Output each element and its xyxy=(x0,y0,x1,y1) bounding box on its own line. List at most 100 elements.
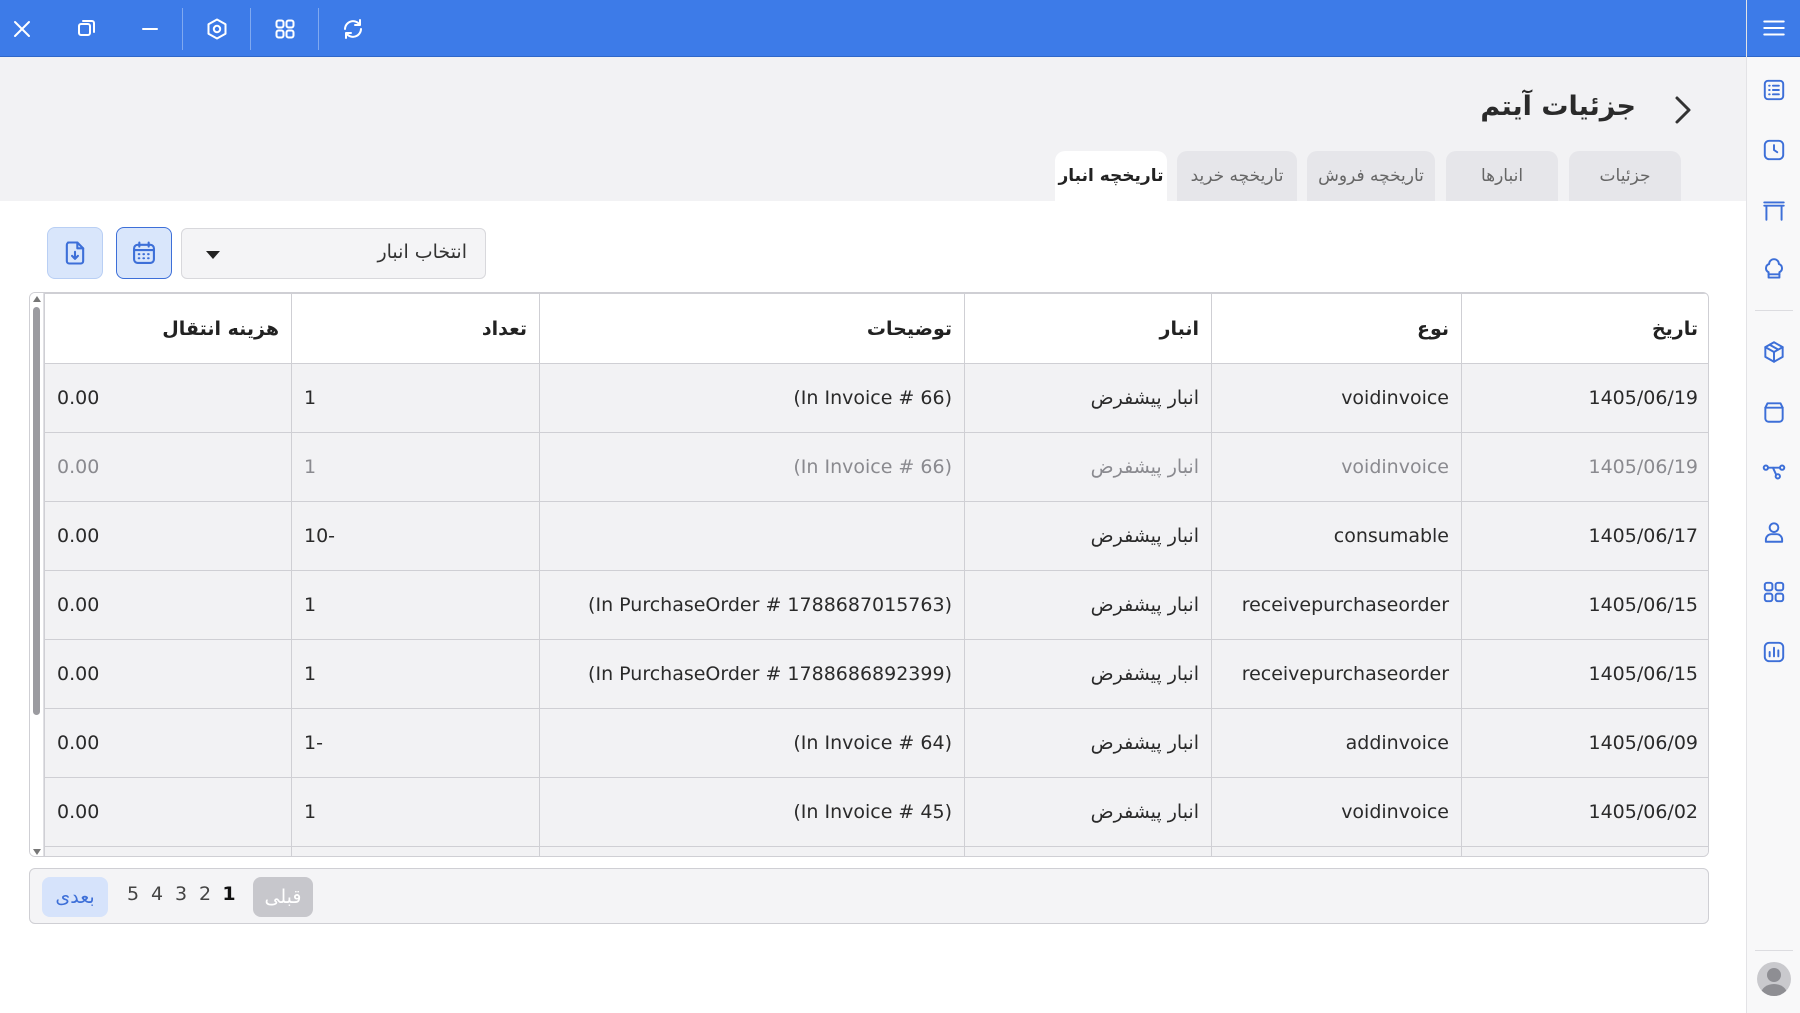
right-sidebar xyxy=(1746,0,1800,1013)
table-row[interactable]: 0.00 10- انبار پیشفرض consumable 1405/06… xyxy=(44,501,1708,571)
column-header-description[interactable]: توضیحات xyxy=(539,293,965,364)
previous-page-button[interactable]: قبلی xyxy=(253,877,313,917)
cell-type: receivepurchaseorder xyxy=(1211,639,1462,709)
cell-warehouse: انبار پیشفرض xyxy=(964,777,1212,847)
list-icon xyxy=(1763,79,1785,101)
sidebar-item-kitchen[interactable] xyxy=(1747,248,1800,292)
table-row[interactable] xyxy=(44,846,1708,856)
column-header-warehouse[interactable]: انبار xyxy=(964,293,1212,364)
grid-icon xyxy=(1763,581,1785,603)
table-row[interactable]: 0.00 1 (In Invoice # 66) انبار پیشفرض vo… xyxy=(44,363,1708,433)
scrollbar-thumb[interactable] xyxy=(33,307,40,715)
cell-warehouse: انبار پیشفرض xyxy=(964,432,1212,502)
tab-purchase-history[interactable]: تاریخچه خرید xyxy=(1177,151,1297,201)
clock-icon xyxy=(1763,139,1785,161)
cell-transfer-cost: 0.00 xyxy=(44,639,292,709)
title-bar xyxy=(0,0,1746,57)
sidebar-divider xyxy=(1755,310,1793,311)
table-row[interactable]: 0.00 1 (In Invoice # 45) انبار پیشفرض vo… xyxy=(44,777,1708,847)
file-download-icon xyxy=(65,241,85,265)
cell-quantity: 1 xyxy=(291,777,540,847)
page-number-1[interactable]: 1 xyxy=(220,883,238,905)
user-icon xyxy=(1764,522,1784,543)
scroll-up-arrow[interactable] xyxy=(33,296,41,302)
cell-quantity: 10- xyxy=(291,501,540,571)
menu-button[interactable] xyxy=(1747,0,1800,57)
cell-date: 1405/06/09 xyxy=(1461,708,1708,778)
sidebar-item-reports[interactable] xyxy=(1747,630,1800,674)
next-page-button[interactable]: بعدی xyxy=(42,877,108,917)
history-table-grid: هزینه انتقال تعداد توضیحات انبار نوع تار… xyxy=(44,293,1708,856)
tab-sales-history[interactable]: تاریخچه فروش xyxy=(1307,151,1435,201)
avatar[interactable] xyxy=(1757,962,1791,996)
grid-icon xyxy=(275,19,295,38)
settings-button[interactable] xyxy=(192,0,242,57)
table-row[interactable]: 0.00 1- (In Invoice # 64) انبار پیشفرض a… xyxy=(44,708,1708,778)
calendar-icon xyxy=(133,241,155,264)
cell-description: (In Invoice # 66) xyxy=(539,363,965,433)
page-number-2[interactable]: 2 xyxy=(196,883,214,905)
apps-button[interactable] xyxy=(260,0,310,57)
cell-description xyxy=(539,501,965,571)
cell-date: 1405/06/02 xyxy=(1461,777,1708,847)
cell-description: (In Invoice # 45) xyxy=(539,777,965,847)
cell-quantity: 1 xyxy=(291,570,540,640)
sidebar-item-table[interactable] xyxy=(1747,188,1800,232)
close-button[interactable] xyxy=(0,0,47,57)
sidebar-item-list[interactable] xyxy=(1747,68,1800,112)
sidebar-item-products[interactable] xyxy=(1747,330,1800,374)
cell-date: 1405/06/15 xyxy=(1461,570,1708,640)
box-icon xyxy=(1764,341,1784,363)
sidebar-item-dashboard[interactable] xyxy=(1747,570,1800,614)
cell-description: (In PurchaseOrder # 1788687015763) xyxy=(539,570,965,640)
tab-details[interactable]: جزئیات xyxy=(1569,151,1681,201)
cell-date: 1405/06/19 xyxy=(1461,363,1708,433)
cell-type: addinvoice xyxy=(1211,708,1462,778)
sidebar-item-users[interactable] xyxy=(1747,510,1800,554)
pagination: بعدی 5 4 3 2 1 قبلی xyxy=(29,868,1709,924)
toolbar-divider xyxy=(182,8,183,50)
sidebar-item-history[interactable] xyxy=(1747,128,1800,172)
tab-warehouses[interactable]: انبارها xyxy=(1446,151,1558,201)
page-number-5[interactable]: 5 xyxy=(124,883,142,905)
minimize-icon xyxy=(142,27,158,30)
hamburger-menu-icon xyxy=(1763,20,1785,36)
scroll-down-arrow[interactable] xyxy=(33,849,41,855)
column-header-transfer-cost[interactable]: هزینه انتقال xyxy=(44,293,292,364)
cell-quantity: 1 xyxy=(291,639,540,709)
cell-transfer-cost: 0.00 xyxy=(44,432,292,502)
cell-date: 1405/06/17 xyxy=(1461,501,1708,571)
history-table: هزینه انتقال تعداد توضیحات انبار نوع تار… xyxy=(29,292,1709,857)
minimize-button[interactable] xyxy=(125,0,175,57)
cell-warehouse: انبار پیشفرض xyxy=(964,639,1212,709)
column-header-date[interactable]: تاریخ xyxy=(1461,293,1708,364)
tab-warehouse-history[interactable]: تاریخچه انبار xyxy=(1055,151,1167,201)
date-filter-button[interactable] xyxy=(116,227,172,279)
cell-date: 1405/06/15 xyxy=(1461,639,1708,709)
column-header-quantity[interactable]: تعداد xyxy=(291,293,540,364)
cell-quantity: 1 xyxy=(291,432,540,502)
cell-warehouse: انبار پیشفرض xyxy=(964,501,1212,571)
table-row[interactable]: 0.00 1 (In PurchaseOrder # 1788687015763… xyxy=(44,570,1708,640)
column-header-type[interactable]: نوع xyxy=(1211,293,1462,364)
vertical-scrollbar[interactable] xyxy=(30,293,44,856)
refresh-button[interactable] xyxy=(328,0,378,57)
cell-description: (In Invoice # 66) xyxy=(539,432,965,502)
page-number-4[interactable]: 4 xyxy=(148,883,166,905)
cell-transfer-cost: 0.00 xyxy=(44,363,292,433)
export-button[interactable] xyxy=(47,227,103,279)
table-icon xyxy=(1763,201,1785,221)
table-row[interactable]: 0.00 1 (In PurchaseOrder # 1788686892399… xyxy=(44,639,1708,709)
sidebar-divider xyxy=(1755,950,1793,951)
cell-transfer-cost: 0.00 xyxy=(44,708,292,778)
cell-transfer-cost: 0.00 xyxy=(44,501,292,571)
warehouse-select[interactable]: انتخاب انبار xyxy=(181,228,486,279)
page-number-3[interactable]: 3 xyxy=(172,883,190,905)
table-row[interactable]: 0.00 1 (In Invoice # 66) انبار پیشفرض vo… xyxy=(44,432,1708,502)
sidebar-item-flow[interactable] xyxy=(1747,450,1800,494)
back-button[interactable] xyxy=(1668,93,1698,127)
sidebar-item-inventory[interactable] xyxy=(1747,390,1800,434)
cell-type: receivepurchaseorder xyxy=(1211,570,1462,640)
restore-button[interactable] xyxy=(61,0,111,57)
bar-chart-icon xyxy=(1763,641,1785,663)
